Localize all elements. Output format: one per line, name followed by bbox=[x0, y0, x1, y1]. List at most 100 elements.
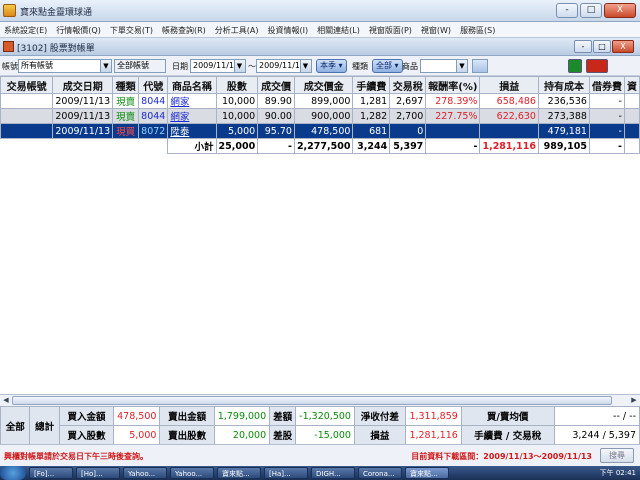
header-more[interactable]: 資 bbox=[623, 76, 640, 94]
app-title: 寶來點金靈環球通 bbox=[20, 8, 93, 18]
taskbar-item[interactable]: Yahoo... bbox=[123, 467, 167, 479]
subtotal-fee: 3,244 bbox=[352, 138, 391, 154]
print-icon[interactable] bbox=[586, 59, 608, 73]
account-select-value: 所有帳號 bbox=[21, 61, 53, 70]
buy-shares-label: 買入股數 bbox=[58, 425, 115, 445]
cell-account bbox=[0, 108, 54, 124]
table-row[interactable]: 2009/11/13 現賣 8044 網家 10,000 89.90 899,0… bbox=[0, 93, 640, 109]
start-button[interactable] bbox=[0, 466, 26, 480]
menu-info[interactable]: 投資情報(I) bbox=[264, 22, 314, 37]
statement-minimize-button[interactable]: - bbox=[574, 40, 592, 53]
cell-name-link[interactable]: 網家 bbox=[167, 93, 217, 109]
cell-tax: 2,700 bbox=[389, 108, 427, 124]
pnl-value: 1,281,116 bbox=[404, 425, 462, 445]
header-kind[interactable]: 種類 bbox=[112, 76, 140, 94]
buy-shares-value: 5,000 bbox=[113, 425, 161, 445]
cell-roi bbox=[425, 123, 481, 139]
date-from-dropdown[interactable]: ▼ bbox=[234, 59, 246, 73]
date-from-value: 2009/11/13 bbox=[193, 61, 240, 70]
statement-close-button[interactable]: X bbox=[612, 40, 634, 53]
menu-layout[interactable]: 視窗版面(P) bbox=[365, 22, 417, 37]
cell-code: 8044 bbox=[138, 93, 169, 109]
window-icon bbox=[3, 41, 14, 52]
scrollbar-thumb[interactable] bbox=[12, 396, 612, 405]
excel-export-icon[interactable] bbox=[568, 59, 582, 73]
search-button[interactable]: 搜尋 bbox=[600, 448, 634, 463]
table-row-selected[interactable]: 2009/11/13 現買 8072 陞泰 5,000 95.70 478,50… bbox=[0, 123, 640, 139]
cell-name-link[interactable]: 陞泰 bbox=[167, 123, 217, 139]
header-amount[interactable]: 成交價金 bbox=[293, 76, 354, 94]
minimize-button[interactable]: - bbox=[556, 3, 578, 18]
taskbar-item[interactable]: [Ho]... bbox=[76, 467, 120, 479]
taskbar-item[interactable]: DIGH... bbox=[311, 467, 355, 479]
statement-window-controls: - □ X bbox=[574, 40, 634, 53]
menu-analysis[interactable]: 分析工具(A) bbox=[211, 22, 264, 37]
date-label: 日期 bbox=[172, 62, 188, 71]
cell-price: 89.90 bbox=[257, 93, 295, 109]
horizontal-scrollbar[interactable]: ◀ ▶ bbox=[0, 394, 640, 406]
sell-amount-label: 賣出金額 bbox=[159, 406, 215, 426]
product-input[interactable]: ▼ bbox=[420, 59, 468, 73]
table-row[interactable]: 2009/11/13 現賣 8044 網家 10,000 90.00 900,0… bbox=[0, 108, 640, 124]
header-account[interactable]: 交易帳號 bbox=[0, 76, 54, 94]
maximize-button[interactable]: □ bbox=[580, 3, 602, 18]
cell-account bbox=[0, 123, 54, 139]
statement-window: [3102] 股票對帳單 - □ X 帳號 所有帳號 ▼ 全部帳號 日期 200… bbox=[0, 38, 640, 466]
fee-tax-label: 手續費 / 交易稅 bbox=[460, 425, 555, 445]
taskbar-item[interactable]: [Ha]... bbox=[264, 467, 308, 479]
menu-account[interactable]: 帳務查詢(R) bbox=[158, 22, 211, 37]
header-name[interactable]: 商品名稱 bbox=[167, 76, 217, 94]
cell-name-link[interactable]: 網家 bbox=[167, 108, 217, 124]
date-to-value: 2009/11/13 bbox=[259, 61, 306, 70]
buy-amount-label: 買入金額 bbox=[58, 406, 115, 426]
menu-links[interactable]: 相關連結(L) bbox=[313, 22, 365, 37]
type-select[interactable]: 全部 ▾ bbox=[372, 59, 403, 73]
statement-grid: 交易帳號 成交日期 種類 代號 商品名稱 股數 成交價 成交價金 手續費 交易稅… bbox=[0, 76, 640, 394]
header-cost[interactable]: 持有成本 bbox=[537, 76, 590, 94]
cell-more bbox=[623, 138, 640, 154]
table-header-row: 交易帳號 成交日期 種類 代號 商品名稱 股數 成交價 成交價金 手續費 交易稅… bbox=[0, 76, 640, 94]
cell-account bbox=[0, 93, 54, 109]
taskbar-item[interactable]: Corona... bbox=[358, 467, 402, 479]
scroll-left-icon[interactable]: ◀ bbox=[1, 396, 11, 405]
header-code[interactable]: 代號 bbox=[138, 76, 169, 94]
menu-window[interactable]: 視窗(W) bbox=[417, 22, 456, 37]
scroll-right-icon[interactable]: ▶ bbox=[629, 396, 639, 405]
buy-amount-value: 478,500 bbox=[113, 406, 161, 426]
taskbar-item[interactable]: [Fo]... bbox=[29, 467, 73, 479]
cell-date: 2009/11/13 bbox=[52, 93, 114, 109]
header-shares[interactable]: 股數 bbox=[215, 76, 259, 94]
header-roi[interactable]: 報酬率(%) bbox=[425, 76, 481, 94]
menu-trade[interactable]: 下單交易(T) bbox=[106, 22, 158, 37]
date-to-dropdown[interactable]: ▼ bbox=[300, 59, 312, 73]
cell-kind: 現賣 bbox=[112, 108, 140, 124]
subtotal-roi: - bbox=[425, 138, 481, 154]
all-accounts-label: 全部帳號 bbox=[117, 61, 149, 70]
header-fee[interactable]: 手續費 bbox=[352, 76, 391, 94]
all-accounts-field[interactable]: 全部帳號 bbox=[114, 59, 166, 73]
status-bar: 興櫃對帳單請於交易日下午三時後查詢。 目前資料下載區間：2009/11/13～2… bbox=[0, 444, 640, 466]
statement-maximize-button[interactable]: □ bbox=[593, 40, 611, 53]
account-select[interactable]: 所有帳號 ▼ bbox=[18, 59, 112, 73]
header-date[interactable]: 成交日期 bbox=[52, 76, 114, 94]
window-controls: - □ X bbox=[556, 3, 636, 18]
period-button[interactable]: 本季 ▾ bbox=[316, 59, 347, 73]
sell-shares-label: 賣出股數 bbox=[159, 425, 215, 445]
taskbar-item-active[interactable]: 寶來點... bbox=[405, 467, 449, 479]
taskbar-item[interactable]: Yahoo... bbox=[170, 467, 214, 479]
close-button[interactable]: X bbox=[604, 3, 636, 18]
menu-service[interactable]: 服務區(S) bbox=[456, 22, 500, 37]
taskbar-item[interactable]: 寶來點... bbox=[217, 467, 261, 479]
menu-quotes[interactable]: 行情報價(Q) bbox=[52, 22, 106, 37]
sell-shares-value: 20,000 bbox=[213, 425, 271, 445]
statement-table: 交易帳號 成交日期 種類 代號 商品名稱 股數 成交價 成交價金 手續費 交易稅… bbox=[0, 76, 640, 154]
cell-loan: - bbox=[588, 108, 625, 124]
subtotal-tax: 5,397 bbox=[389, 138, 427, 154]
cell-loan: - bbox=[588, 123, 625, 139]
product-search-button[interactable] bbox=[472, 59, 488, 73]
header-pnl[interactable]: 損益 bbox=[479, 76, 539, 94]
menu-system[interactable]: 系統設定(E) bbox=[0, 22, 52, 37]
header-loan[interactable]: 借券費 bbox=[588, 76, 625, 94]
header-price[interactable]: 成交價 bbox=[257, 76, 295, 94]
header-tax[interactable]: 交易稅 bbox=[389, 76, 427, 94]
